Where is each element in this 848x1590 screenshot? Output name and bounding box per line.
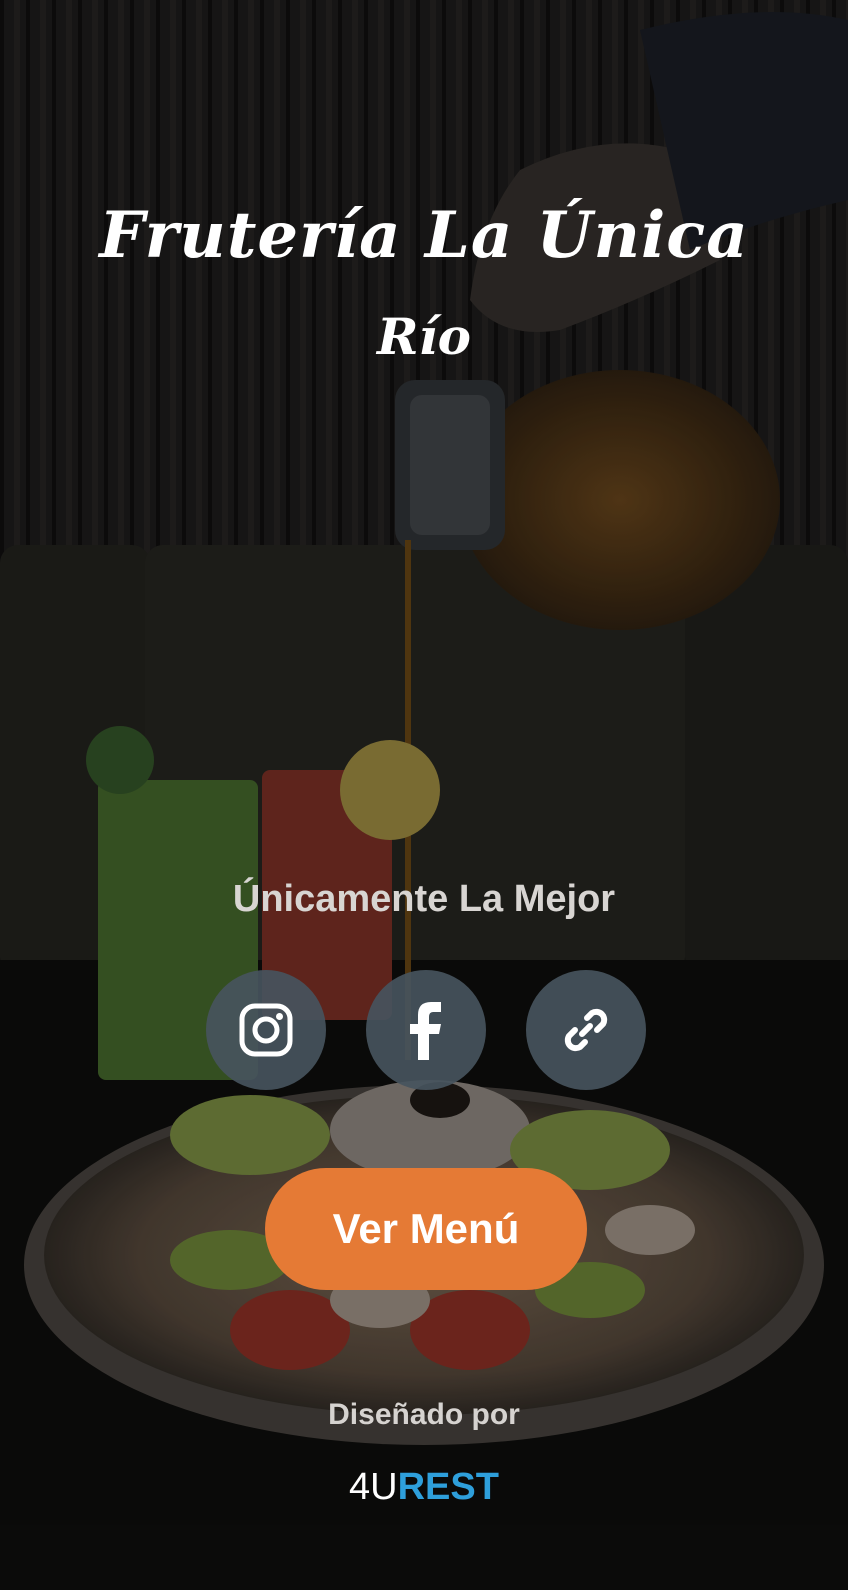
instagram-button[interactable] bbox=[206, 970, 326, 1090]
website-link-button[interactable] bbox=[526, 970, 646, 1090]
designer-brand-link[interactable]: 4UREST bbox=[0, 1462, 848, 1512]
slogan: Únicamente La Mejor bbox=[232, 878, 616, 920]
restaurant-name: Frutería La Única bbox=[99, 198, 749, 273]
social-links bbox=[206, 970, 646, 1090]
instagram-icon bbox=[239, 1003, 293, 1057]
brand-part-rest: REST bbox=[397, 1466, 499, 1508]
brand-part-4u: 4U bbox=[349, 1466, 398, 1508]
designed-by-label: Diseñado por bbox=[328, 1398, 520, 1431]
restaurant-branch: Río bbox=[377, 307, 471, 366]
view-menu-button[interactable]: Ver Menú bbox=[265, 1168, 587, 1290]
facebook-icon bbox=[410, 1002, 441, 1060]
link-icon bbox=[564, 1008, 608, 1052]
facebook-button[interactable] bbox=[366, 970, 486, 1090]
